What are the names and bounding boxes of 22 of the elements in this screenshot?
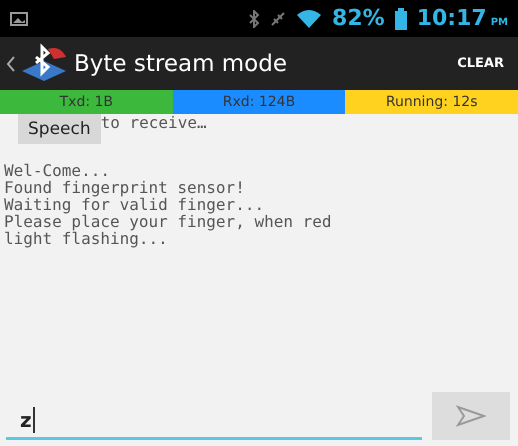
log-line: Wel-Come...	[4, 162, 111, 179]
clock-period: PM	[490, 17, 508, 28]
battery-percentage: 82%	[332, 6, 385, 31]
send-icon	[456, 405, 486, 427]
counter-label: Rxd: 124B	[172, 90, 346, 114]
back-icon[interactable]	[6, 54, 16, 72]
log-line: Found fingerprint sensor!	[4, 179, 246, 196]
message-input-field[interactable]: z	[6, 403, 422, 440]
clear-button[interactable]: CLEAR	[453, 52, 508, 75]
counter-label: Txd: 1B	[0, 90, 173, 114]
log-line: Waiting for valid finger...	[4, 196, 266, 213]
speech-button[interactable]: Speech	[18, 114, 101, 144]
picture-icon	[10, 12, 28, 26]
screen-title: Byte stream mode	[74, 50, 288, 76]
log-line: light flashing...	[4, 230, 169, 247]
bluetooth-icon	[248, 10, 260, 28]
battery-icon	[394, 8, 407, 30]
log-line: Please place your finger, when red	[4, 213, 333, 230]
counter-label: Running: 12s	[345, 90, 518, 114]
log-line: to receive…	[100, 114, 207, 131]
clock: 10:17	[416, 6, 487, 31]
wifi-icon	[296, 8, 322, 28]
